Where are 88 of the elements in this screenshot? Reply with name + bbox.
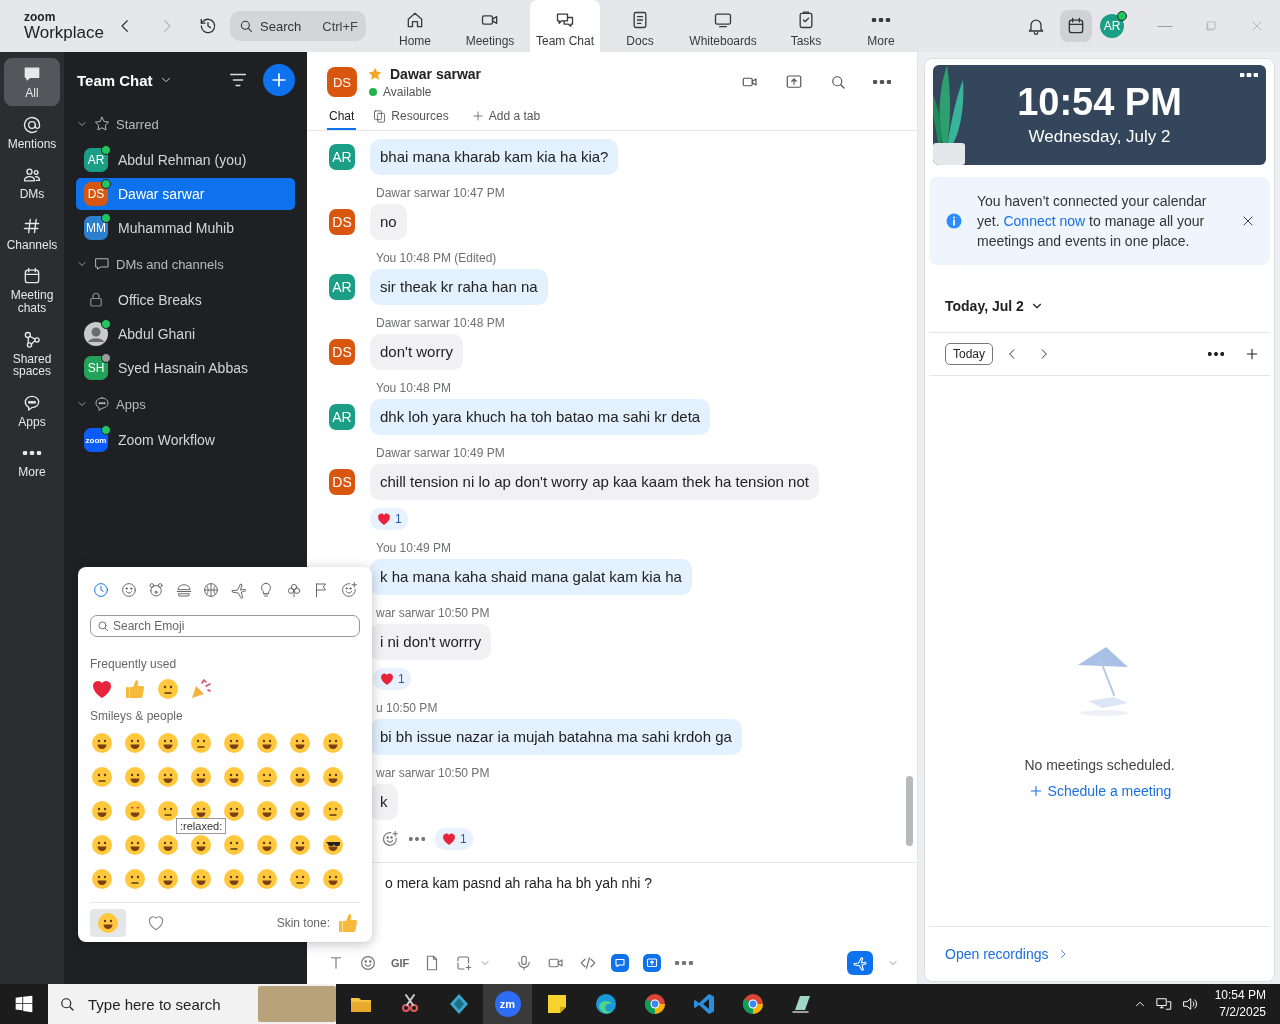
section-label: Smileys & people [90,709,184,723]
recordings-link[interactable]: Open recordings [929,926,1270,981]
taskbar-search[interactable]: Type here to search [48,984,336,1024]
avatar: MM [84,216,108,240]
rail-tab[interactable]: DMs [4,159,60,207]
panel-title: Team Chat [77,71,153,89]
nav-tab[interactable]: Team Chat [530,0,601,52]
message-meta: war sarwar 10:50 PM [375,765,490,781]
avatar: AR [84,148,108,172]
brand-name: Workplace [24,24,105,41]
taskbar-app[interactable]: zm [483,984,532,1024]
message-bubble: don't worry [370,334,463,370]
message-bubble: no [370,204,407,240]
avatar: AR [329,274,355,300]
clock-date: Wednesday, July 2 [1028,127,1171,147]
app-logo: zoom [84,428,108,452]
skin-tone-label: Skin tone: [276,915,330,930]
message-bubble: k ha mana kaha shaid mana galat kam kia ha [370,559,692,595]
section-header[interactable]: DMs and channels [76,246,224,282]
clock-time: 10:54 PM [1017,83,1182,121]
avatar: DS [329,339,355,365]
message-input[interactable]: o mera kam pasnd ah raha ha bh yah nhi ? [385,875,899,948]
avatar: AR [329,404,355,430]
avatar: DS [84,182,108,206]
message-meta: Dawar sarwar 10:49 PM [375,445,506,461]
chat-list-item[interactable]: MM Muhammad Muhib [76,212,295,244]
nav-tab[interactable]: Tasks [771,0,842,52]
nav-tab[interactable]: Whiteboards [680,0,767,52]
nav-tab[interactable]: Home [380,0,450,52]
rail-tab[interactable]: Channels [4,209,60,258]
message-bubble: k [370,784,398,820]
message-meta: Dawar sarwar 10:48 PM [375,315,505,331]
contact-name: Dawar sarwar [390,65,482,82]
reaction-button[interactable]: 1 [435,828,473,850]
nav-tab[interactable]: More [846,0,917,52]
empty-message: No meetings scheduled. [1024,757,1175,773]
message-meta: Dawar sarwar 10:47 PM [375,185,505,201]
avatar: DS [329,209,355,235]
status-text: Available [383,84,432,99]
day-heading[interactable]: Today, Jul 2 [945,298,1024,314]
rail-tab[interactable]: Meeting chats [4,260,60,321]
message-bubble: sir theak kr raha han na [370,269,548,305]
avatar: AR [329,144,355,170]
reaction-button[interactable]: 1 [373,668,411,690]
message-meta: You 10:49 PM [375,540,452,556]
avatar: SH [84,356,108,380]
avatar: DS [329,469,355,495]
chat-list-item[interactable]: DS Dawar sarwar [76,178,295,210]
brand-logo: zoom [24,11,57,23]
rail-tab[interactable]: Shared spaces [4,323,60,384]
chat-list-item[interactable]: Office Breaks [76,284,295,316]
chat-list-item[interactable]: zoom Zoom Workflow [76,424,295,456]
add-tab-button[interactable]: Add a tab [468,104,543,130]
chat-list-item[interactable]: AR Abdul Rehman (you) [76,144,295,176]
notice-text: You haven't connected your calendar yet. Connect now to manage all your meetings and events in one place. [977,192,1208,251]
nav-tab[interactable]: Meetings [455,0,525,52]
connect-link[interactable]: Connect now [1003,213,1086,229]
rail-tab[interactable]: All [4,58,60,106]
message-meta: You 10:48 PM [375,380,452,396]
chat-tab[interactable]: Chat [327,104,357,130]
chat-list-item[interactable]: Abdul Ghani [76,318,295,350]
tooltip: :relaxed: [176,818,227,834]
message-meta: You 10:48 PM (Edited) [375,250,498,266]
today-button[interactable]: Today [945,343,994,365]
message-bubble: dhk loh yara khuch ha toh batao ma sahi kr deta [370,399,711,435]
message-bubble: bhai mana kharab kam kia ha kia? [370,139,619,175]
message-bubble: i ni don't worrry [370,624,492,660]
section-header[interactable]: Starred [76,106,159,142]
message-meta: u 10:50 PM [375,700,439,716]
rail-tab[interactable]: More [4,437,60,485]
rail-tab[interactable]: Mentions [4,108,60,157]
reaction-button[interactable]: 1 [370,508,408,530]
nav-tab[interactable]: Docs [605,0,676,52]
rail-tab[interactable]: Apps [4,386,60,435]
search-field[interactable]: Search Ctrl+F [230,11,366,41]
gif-button[interactable]: GIF [391,957,410,969]
chat-list-item[interactable]: SH Syed Hasnain Abbas [76,352,295,384]
section-header[interactable]: Apps [76,386,146,422]
message-bubble: bi bh issue nazar ia mujah batahna ma sahi krdoh ga [370,719,742,755]
search-field[interactable]: Search Emoji [90,615,360,637]
message-bubble: chill tension ni lo ap don't worry ap kaa kaam thek ha tension not [370,464,819,500]
avatar: AR [1100,14,1124,38]
schedule-link[interactable]: Schedule a meeting [1027,783,1172,799]
message-meta: war sarwar 10:50 PM [375,605,491,621]
avatar: DS [327,67,357,97]
section-label: Frequently used [90,657,178,671]
clock-button[interactable]: 10:54 PM 7/2/2025 [1214,987,1266,1021]
chat-tab[interactable]: Resources [370,104,451,130]
